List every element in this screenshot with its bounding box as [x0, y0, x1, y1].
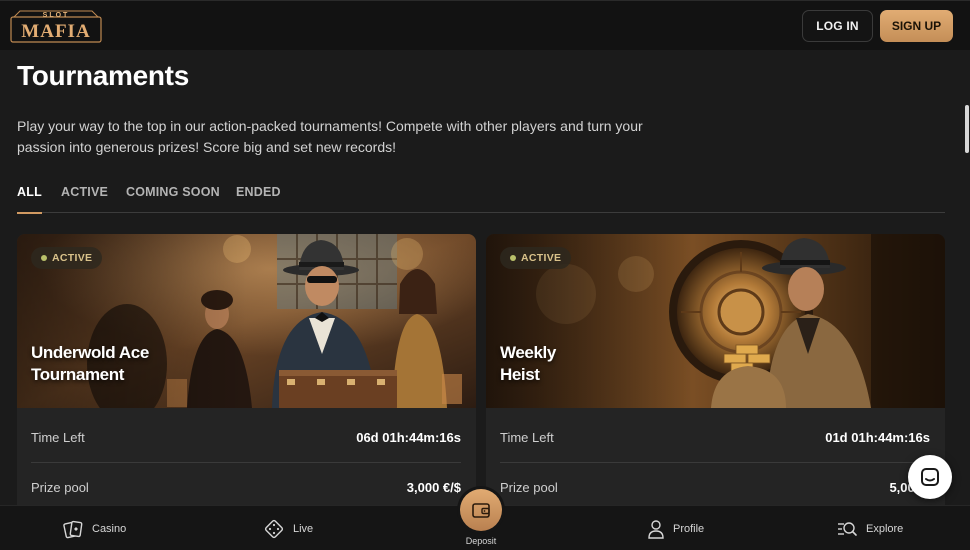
tournament-card[interactable]: ACTIVE Weekly Heist Time Left 01d 01h:44…	[486, 234, 945, 514]
nav-profile[interactable]: Profile	[647, 506, 704, 550]
signup-button[interactable]: SIGN UP	[880, 10, 953, 42]
tab-active[interactable]: ACTIVE	[61, 185, 108, 213]
status-badge-label: ACTIVE	[521, 252, 562, 264]
time-left-label: Time Left	[31, 429, 85, 445]
status-dot-icon	[510, 255, 516, 261]
dice-icon	[264, 519, 284, 538]
tournament-tabs: ALL ACTIVE COMING SOON ENDED	[17, 184, 945, 214]
page-intro: Play your way to the top in our action-p…	[17, 118, 643, 155]
nav-live-label: Live	[293, 522, 314, 535]
chat-launcher-button[interactable]	[908, 455, 952, 499]
chat-icon	[921, 468, 939, 486]
page-scrollbar[interactable]	[964, 50, 970, 505]
status-dot-icon	[41, 255, 47, 261]
prize-pool-row: Prize pool 3,000 €/$	[31, 463, 461, 511]
time-left-row: Time Left 01d 01h:44m:16s	[500, 413, 930, 461]
time-left-value: 06d 01h:44m:16s	[356, 429, 461, 445]
prize-pool-value: 3,000 €/$	[406, 479, 461, 495]
cards-icon	[63, 520, 83, 538]
search-list-icon	[838, 521, 857, 536]
tournament-title: Weekly Heist	[500, 342, 700, 386]
tournament-title-line: Weekly	[500, 343, 556, 362]
page-title: Tournaments	[17, 60, 189, 91]
nav-casino-label: Casino	[92, 522, 127, 535]
nav-explore[interactable]: Explore	[836, 506, 903, 550]
scrollbar-thumb[interactable]	[965, 105, 969, 153]
tournament-title-line: Heist	[500, 365, 540, 384]
tournament-title: Underwold Ace Tournament	[31, 342, 231, 386]
tournament-banner-image: ACTIVE Underwold Ace Tournament	[17, 234, 476, 408]
nav-profile-label: Profile	[673, 522, 705, 535]
logo-main-text: MAFIA	[21, 21, 90, 42]
tab-coming-soon[interactable]: COMING SOON	[126, 185, 220, 213]
nav-live[interactable]: Live	[263, 506, 313, 550]
logo-top-text: SLOT	[43, 12, 70, 19]
time-left-label: Time Left	[500, 429, 554, 445]
user-icon	[648, 519, 664, 539]
nav-deposit-label: Deposit	[465, 536, 497, 546]
wallet-icon	[472, 503, 490, 518]
status-badge: ACTIVE	[31, 247, 103, 269]
tournament-title-line: Tournament	[31, 365, 124, 384]
nav-deposit[interactable]: Deposit	[460, 489, 502, 549]
time-left-row: Time Left 06d 01h:44m:16s	[31, 413, 461, 461]
top-header: SLOT MAFIA LOG IN SIGN UP	[0, 0, 970, 50]
nav-explore-label: Explore	[866, 522, 904, 535]
status-badge-label: ACTIVE	[52, 252, 93, 264]
nav-casino[interactable]: Casino	[62, 506, 126, 550]
status-badge: ACTIVE	[500, 247, 572, 269]
slot-mafia-logo[interactable]: SLOT MAFIA	[10, 8, 102, 44]
tournament-banner-image: ACTIVE Weekly Heist	[486, 234, 945, 408]
tournament-title-line: Underwold Ace	[31, 343, 149, 362]
prize-pool-label: Prize pool	[31, 479, 89, 495]
tournament-card[interactable]: ACTIVE Underwold Ace Tournament Time Lef…	[17, 234, 476, 514]
tab-ended[interactable]: ENDED	[236, 185, 281, 213]
prize-pool-row: Prize pool 5,000	[500, 463, 930, 511]
prize-pool-label: Prize pool	[500, 479, 558, 495]
time-left-value: 01d 01h:44m:16s	[825, 429, 930, 445]
tab-all[interactable]: ALL	[17, 185, 42, 214]
login-button[interactable]: LOG IN	[802, 10, 873, 42]
deposit-button[interactable]	[460, 489, 502, 531]
